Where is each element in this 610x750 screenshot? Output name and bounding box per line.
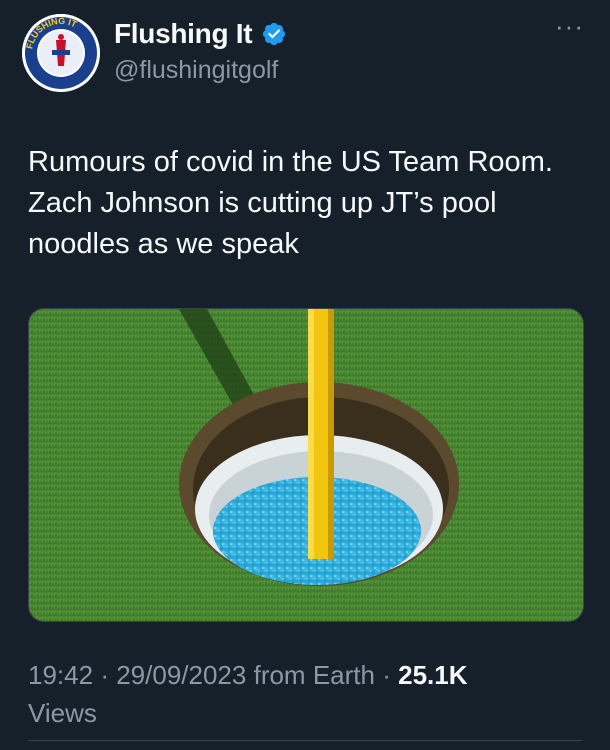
avatar[interactable]: FLUSHING IT [22, 14, 100, 92]
tweet-header: FLUSHING IT Flushing It @flushingitgolf … [22, 13, 588, 96]
avatar-logo-icon: FLUSHING IT [22, 14, 100, 92]
views-label: Views [28, 698, 97, 728]
tweet-source: from Earth [253, 660, 375, 690]
divider [28, 740, 582, 741]
tweet-text: Rumours of covid in the US Team Room. Za… [28, 146, 553, 260]
separator: · [382, 660, 391, 690]
tweet-time[interactable]: 19:42 [28, 660, 93, 690]
separator: · [100, 660, 109, 690]
tweet-date[interactable]: 29/09/2023 [116, 660, 246, 690]
display-name[interactable]: Flushing It [114, 18, 253, 50]
golf-hole-photo-icon [29, 309, 583, 621]
views-count: 25.1K [398, 660, 468, 690]
author-block: Flushing It @flushingitgolf [114, 18, 287, 85]
verified-badge-icon [262, 22, 285, 46]
more-options-button[interactable]: ··· [555, 13, 584, 39]
tweet-meta: 19:42 · 29/09/2023 from Earth · 25.1K Vi… [28, 656, 588, 732]
tweet-image[interactable] [28, 308, 584, 622]
handle[interactable]: @flushingitgolf [114, 56, 287, 85]
